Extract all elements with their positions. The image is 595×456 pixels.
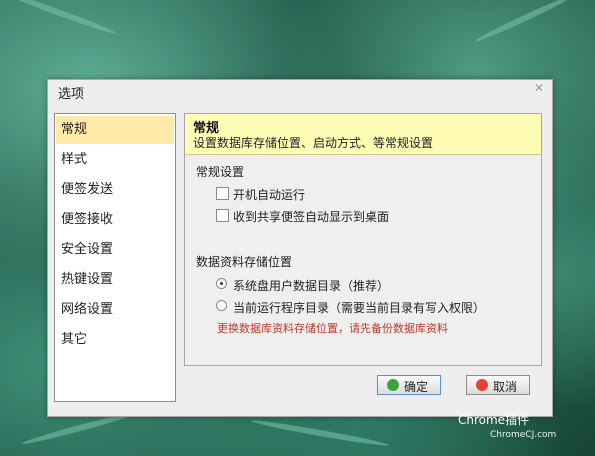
- cancel-icon: [476, 379, 488, 391]
- storage-warning: 更换数据库资料存储位置，请先备份数据库资料: [217, 322, 448, 335]
- program-dir-label: 当前运行程序目录（需要当前目录有写入权限）: [233, 301, 486, 315]
- dialog-title: 选项: [58, 87, 85, 102]
- title-bar: 选项 ✕: [48, 80, 552, 102]
- ok-button[interactable]: 确定: [377, 375, 441, 395]
- watermark-site: ChromeCJ.com: [490, 430, 557, 440]
- sidebar-item-network[interactable]: 网络设置: [56, 296, 174, 324]
- sidebar-item-style[interactable]: 样式: [56, 146, 174, 174]
- sidebar-item-general[interactable]: 常规: [56, 116, 174, 144]
- radio-selected[interactable]: [216, 278, 227, 289]
- check-icon: [387, 379, 399, 391]
- sidebar-item-security[interactable]: 安全设置: [56, 236, 174, 264]
- show-received-label: 收到共享便签自动显示到桌面: [233, 210, 390, 224]
- sidebar-item-note-send[interactable]: 便签发送: [56, 176, 174, 204]
- autostart-label: 开机自动运行: [233, 188, 306, 202]
- options-dialog: 选项 ✕ 常规 样式 便签发送 便签接收 安全设置 热键设置 网络设置 其它 常…: [47, 79, 553, 417]
- checkbox-box[interactable]: [216, 187, 229, 200]
- sidebar-item-hotkeys[interactable]: 热键设置: [56, 266, 174, 294]
- watermark-brand: Chrome插件: [458, 413, 530, 427]
- ok-label: 确定: [404, 380, 429, 394]
- radio-unselected[interactable]: [216, 300, 227, 311]
- checkbox-box[interactable]: [216, 209, 229, 222]
- close-icon[interactable]: ✕: [532, 81, 546, 95]
- sidebar-item-note-receive[interactable]: 便签接收: [56, 206, 174, 234]
- panel-header: 常规 设置数据库存储位置、启动方式、等常规设置: [185, 114, 541, 155]
- system-dir-label: 系统盘用户数据目录（推荐）: [233, 279, 390, 293]
- sidebar-item-other[interactable]: 其它: [56, 326, 174, 354]
- section-storage-label: 数据资料存储位置: [196, 255, 293, 269]
- panel-description: 设置数据库存储位置、启动方式、等常规设置: [193, 136, 434, 150]
- sidebar: 常规 样式 便签发送 便签接收 安全设置 热键设置 网络设置 其它: [54, 113, 176, 402]
- section-general-label: 常规设置: [196, 165, 245, 179]
- settings-panel: 常规 设置数据库存储位置、启动方式、等常规设置 常规设置 开机自动运行 收到共享…: [184, 113, 542, 366]
- cancel-label: 取消: [493, 380, 518, 394]
- cancel-button[interactable]: 取消: [466, 375, 530, 395]
